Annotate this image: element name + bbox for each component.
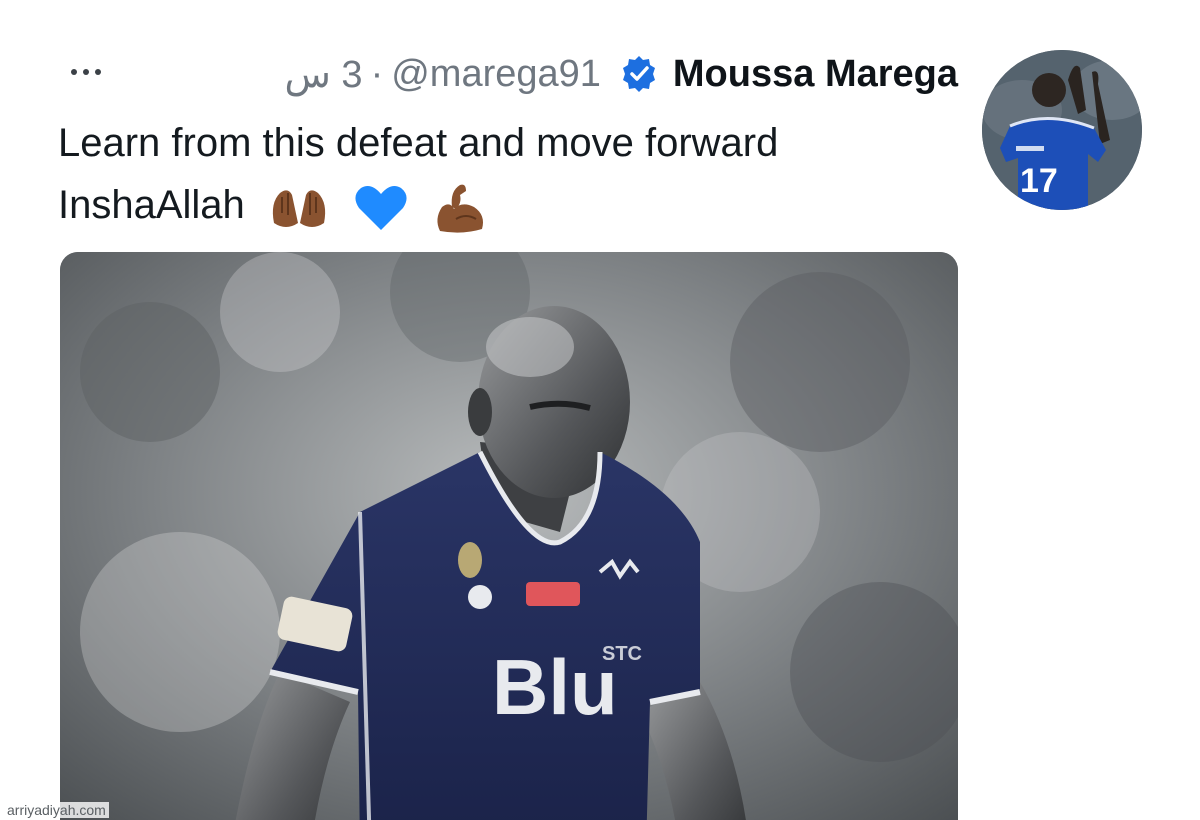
tweet-card: 3 س · @marega91 Moussa Marega 17 Learn f…	[0, 0, 1200, 820]
tweet-text-line-2: InshaAllah	[58, 183, 245, 227]
tweet-text: Learn from this defeat and move forward …	[58, 112, 958, 236]
more-dot-icon	[71, 69, 77, 75]
avatar[interactable]: 17	[982, 50, 1142, 210]
more-dot-icon	[83, 69, 89, 75]
user-display-name[interactable]: Moussa Marega	[673, 53, 958, 96]
tweet-timestamp[interactable]: 3 س	[284, 52, 362, 97]
praying-hands-emoji-icon	[272, 190, 326, 228]
jersey-sponsor-text: Blu	[492, 643, 618, 731]
more-dot-icon	[95, 69, 101, 75]
flexed-biceps-emoji-icon	[437, 185, 484, 234]
blue-heart-emoji-icon	[355, 186, 407, 231]
tweet-text-line-1: Learn from this defeat and move forward	[58, 121, 779, 165]
separator-dot: ·	[370, 52, 384, 95]
tweet-text-line-2-row: InshaAllah	[58, 174, 958, 236]
tweet-header: 3 س · @marega91 Moussa Marega	[284, 44, 958, 104]
site-watermark: arriyadiyah.com	[4, 802, 109, 818]
avatar-photo: 17	[982, 50, 1142, 210]
user-handle[interactable]: @marega91	[391, 53, 601, 96]
more-options-button[interactable]	[58, 52, 114, 92]
avatar-jersey-number: 17	[1020, 162, 1058, 200]
verified-badge-icon	[622, 56, 655, 92]
tweet-media-image[interactable]: Blu STC	[60, 252, 958, 820]
player-photo: Blu STC	[60, 252, 958, 820]
jersey-sponsor-label: STC	[602, 643, 642, 665]
